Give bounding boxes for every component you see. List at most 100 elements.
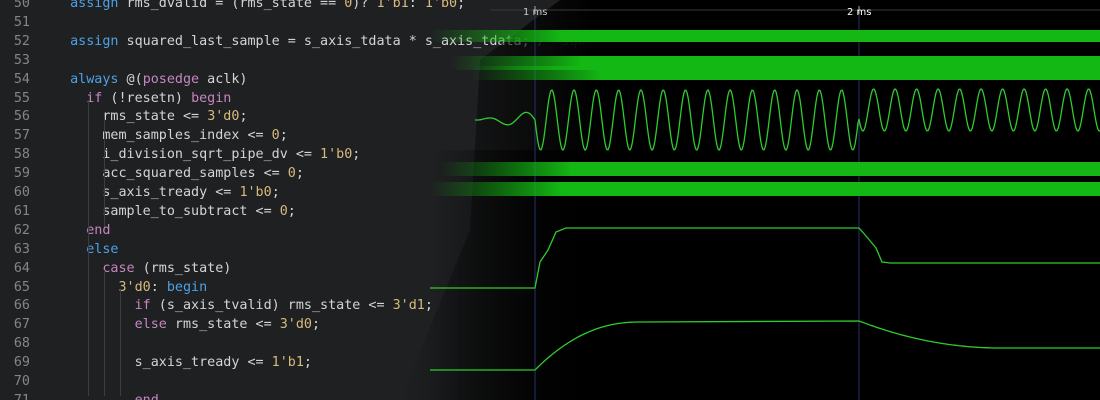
- code-token: 1'b1: [376, 0, 409, 11]
- code-token: ;: [424, 298, 433, 314]
- line-number: 70: [13, 374, 30, 389]
- line-number: 57: [13, 128, 30, 144]
- line-code: case (rms_state): [54, 259, 231, 278]
- code-token: (s_axis_tvalid) rms_state <=: [150, 298, 393, 314]
- code-token: 1'b0: [320, 147, 353, 163]
- code-line[interactable]: 65 3'd0: begin: [0, 278, 1100, 297]
- line-number: 52: [13, 33, 30, 49]
- line-number: 71: [0, 391, 30, 400]
- code-token: ;: [239, 109, 248, 125]
- line-code: s_axis_tready <= 1'b1;: [54, 353, 312, 372]
- code-editor[interactable]: 50 assign rms_dvalid = (rms_state == 0)?…: [0, 0, 1100, 400]
- line-number: 63: [13, 241, 30, 257]
- code-token: assign: [70, 33, 119, 49]
- line-code: acc_squared_samples <= 0;: [54, 164, 304, 183]
- line-number: 62: [13, 222, 30, 238]
- code-token: @(: [118, 71, 143, 87]
- code-token: ;: [352, 147, 361, 163]
- code-line[interactable]: 58 i_division_sqrt_pipe_dv <= 1'b0;: [0, 145, 1100, 164]
- code-line[interactable]: 63 else: [0, 240, 1100, 259]
- code-token: (!resetn): [102, 90, 192, 106]
- code-line[interactable]: 61 sample_to_subtract <= 0;: [0, 202, 1100, 221]
- code-token: if: [134, 298, 151, 314]
- code-token: s_axis_tready <=: [54, 185, 240, 200]
- time-ruler: 1 ms 2 ms: [475, 0, 1100, 20]
- code-token: 0: [279, 203, 288, 219]
- code-line[interactable]: 66 if (s_axis_tvalid) rms_state <= 3'd1;: [0, 296, 1100, 315]
- code-token: 1'b0: [239, 185, 272, 200]
- indent-guide: [120, 290, 121, 396]
- line-number: 50: [13, 0, 30, 11]
- code-token: begin: [191, 90, 232, 106]
- line-number: 59: [13, 166, 30, 182]
- indent-guide: [88, 100, 89, 396]
- code-token: 0: [287, 166, 296, 182]
- code-token: begin: [166, 279, 208, 295]
- code-line[interactable]: 52 assign squared_last_sample = s_axis_t…: [0, 32, 1100, 51]
- line-number: 58: [13, 147, 30, 163]
- line-code: always @(posedge aclk): [54, 70, 248, 89]
- code-line[interactable]: 57 mem_samples_index <= 0;: [0, 126, 1100, 145]
- line-code: if (s_axis_tvalid) rms_state <= 3'd1;: [54, 296, 433, 315]
- line-number: 64: [13, 260, 30, 276]
- code-token: assign: [70, 0, 119, 11]
- line-code: 3'd0: begin: [54, 278, 208, 297]
- line-code: rms_state <= 3'd0;: [54, 107, 248, 126]
- line-number: 67: [13, 317, 30, 333]
- code-token: ;: [287, 203, 296, 219]
- code-line[interactable]: 69 s_axis_tready <= 1'b1;: [0, 353, 1100, 372]
- code-token: end: [135, 393, 159, 400]
- code-token: 1'b1: [271, 355, 304, 371]
- code-token: 3'd1: [392, 298, 425, 314]
- ruler-label-2ms: 2 ms: [847, 7, 872, 18]
- line-code: else rms_state <= 3'd0;: [54, 315, 320, 334]
- code-token: squared_last_sample = s_axis_tdata * s_a…: [118, 33, 538, 49]
- code-token: ;: [457, 0, 466, 11]
- code-token: case: [102, 260, 135, 276]
- line-number: 51: [13, 14, 30, 30]
- code-token: ;: [312, 317, 321, 333]
- code-line[interactable]: 55 if (!resetn) begin: [0, 89, 1100, 108]
- code-token: 1'b0: [424, 0, 458, 11]
- code-token: s_axis_tready <=: [54, 355, 272, 371]
- code-token: )?: [352, 0, 377, 11]
- ruler-label-1ms: 1 ms: [523, 7, 548, 18]
- line-number: 54: [13, 71, 30, 87]
- code-line[interactable]: 53: [0, 51, 1100, 70]
- code-line[interactable]: 60 s_axis_tready <= 1'b0;: [0, 183, 1100, 202]
- code-line[interactable]: 70: [0, 372, 1100, 391]
- line-number: 53: [13, 52, 30, 68]
- code-token: rms_state <=: [54, 109, 208, 125]
- code-token: rms_state <=: [166, 317, 280, 333]
- code-token: ;: [271, 185, 280, 200]
- code-line[interactable]: 71 end: [0, 391, 1100, 400]
- code-line[interactable]: 68: [0, 334, 1100, 353]
- line-code: if (!resetn) begin: [54, 89, 231, 108]
- code-line[interactable]: 64 case (rms_state): [0, 259, 1100, 278]
- code-token: /* squaring last sample combinatio: [537, 33, 812, 49]
- code-token: i_division_sqrt_pipe_dv <=: [54, 147, 321, 163]
- code-line[interactable]: 54 always @(posedge aclk): [0, 70, 1100, 89]
- indent-guide: [104, 270, 105, 396]
- code-token: aclk): [199, 71, 248, 87]
- code-token: always: [70, 71, 119, 87]
- code-line[interactable]: 59 acc_squared_samples <= 0;: [0, 164, 1100, 183]
- code-line[interactable]: 56 rms_state <= 3'd0;: [0, 107, 1100, 126]
- line-code: end: [54, 221, 110, 240]
- code-token: rms_dvalid = (rms_state ==: [118, 0, 345, 11]
- line-number: 56: [13, 109, 30, 125]
- code-line[interactable]: 62 end: [0, 221, 1100, 240]
- code-line[interactable]: 67 else rms_state <= 3'd0;: [0, 315, 1100, 334]
- code-token: ;: [303, 355, 312, 371]
- line-code: else: [54, 240, 119, 259]
- code-token: else: [86, 241, 119, 257]
- line-number: 60: [13, 185, 30, 200]
- code-token: ;: [295, 166, 304, 182]
